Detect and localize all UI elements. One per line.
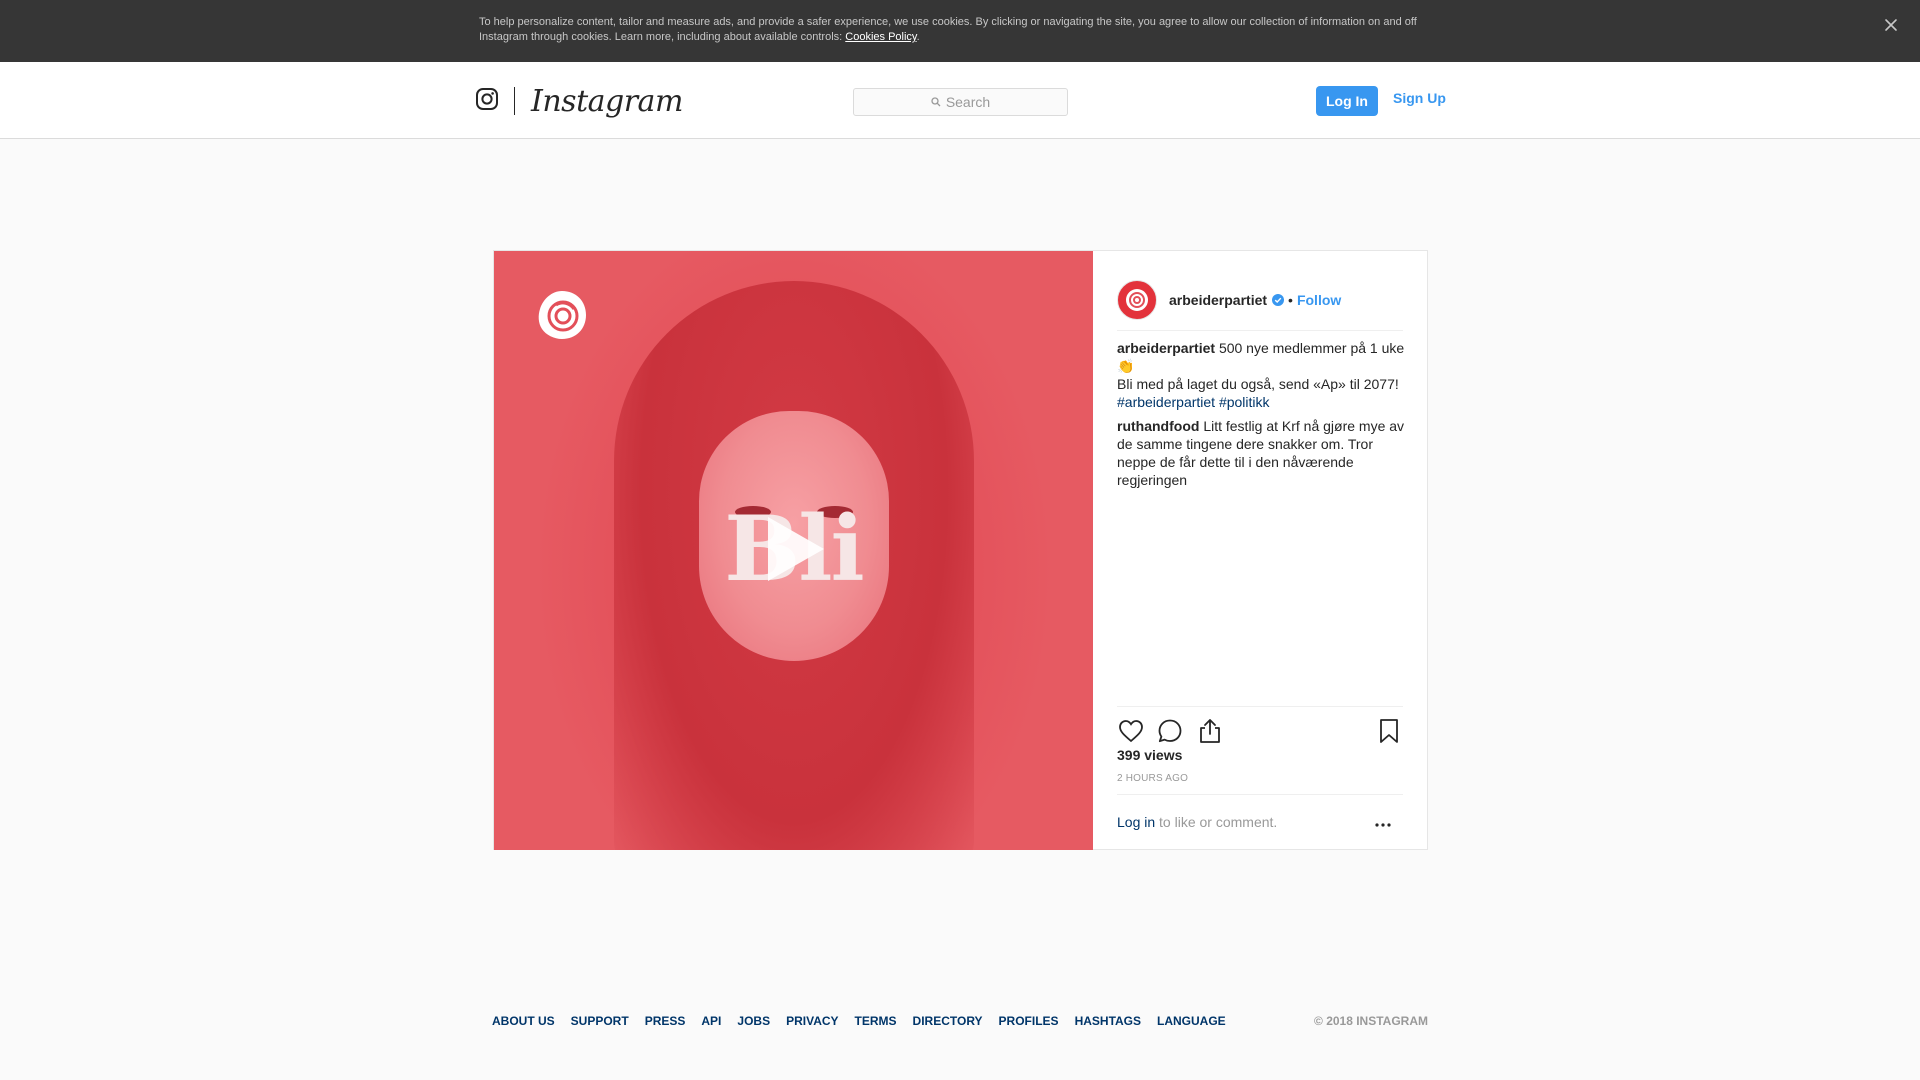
- share-icon[interactable]: [1196, 717, 1224, 745]
- search-input[interactable]: Search: [853, 88, 1068, 116]
- cookie-close-button[interactable]: [1880, 14, 1902, 36]
- post-video[interactable]: Bli: [494, 251, 1093, 850]
- bookmark-icon[interactable]: [1375, 717, 1403, 745]
- caption: arbeiderpartiet 500 nye medlemmer på 1 u…: [1117, 339, 1407, 411]
- comment-icon[interactable]: [1156, 717, 1184, 745]
- footer-link-directory[interactable]: DIRECTORY: [913, 1014, 983, 1028]
- footer-link-terms[interactable]: TERMS: [855, 1014, 897, 1028]
- login-prompt-text: Log in to like or comment.: [1117, 814, 1277, 830]
- post-sidebar: arbeiderpartiet • Follow arbeiderpartiet…: [1093, 251, 1427, 850]
- post-author-link[interactable]: arbeiderpartiet: [1169, 292, 1267, 308]
- hashtag-link[interactable]: #arbeiderpartiet: [1117, 394, 1215, 410]
- search-icon: [931, 97, 941, 107]
- caption-author-link[interactable]: arbeiderpartiet: [1117, 340, 1215, 356]
- footer-link-language[interactable]: LANGUAGE: [1157, 1014, 1226, 1028]
- play-icon[interactable]: [764, 513, 828, 585]
- post-header: arbeiderpartiet • Follow: [1117, 269, 1403, 331]
- post-actions: [1117, 706, 1403, 746]
- footer-link-profiles[interactable]: PROFILES: [999, 1014, 1059, 1028]
- footer-link-jobs[interactable]: JOBS: [737, 1014, 770, 1028]
- footer: ABOUT US SUPPORT PRESS API JOBS PRIVACY …: [492, 1014, 1428, 1030]
- copyright: © 2018 INSTAGRAM: [1314, 1014, 1428, 1028]
- search-placeholder: Search: [945, 94, 991, 110]
- login-link[interactable]: Log in: [1117, 814, 1155, 830]
- login-button[interactable]: Log In: [1316, 86, 1378, 116]
- more-options-icon[interactable]: [1373, 815, 1393, 835]
- hashtag-link[interactable]: #politikk: [1219, 394, 1270, 410]
- cookie-text-body: To help personalize content, tailor and …: [479, 16, 1417, 43]
- login-prompt: Log in to like or comment.: [1117, 794, 1403, 850]
- logo-divider: [514, 87, 515, 115]
- comment-item: ruthandfood Litt festlig at Krf nå gjøre…: [1117, 417, 1407, 489]
- cookie-text-suffix: .: [916, 31, 920, 43]
- footer-link-api[interactable]: API: [701, 1014, 721, 1028]
- signup-link[interactable]: Sign Up: [1393, 90, 1446, 106]
- rose-logo-icon: [1126, 288, 1148, 311]
- footer-links: ABOUT US SUPPORT PRESS API JOBS PRIVACY …: [492, 1014, 1428, 1028]
- heart-icon[interactable]: [1117, 717, 1145, 745]
- footer-link-press[interactable]: PRESS: [645, 1014, 686, 1028]
- post-timestamp[interactable]: 2 HOURS AGO: [1117, 773, 1188, 784]
- cookie-banner-text: To help personalize content, tailor and …: [479, 15, 1439, 45]
- login-prompt-suffix: to like or comment.: [1155, 814, 1278, 830]
- follow-button[interactable]: Follow: [1297, 292, 1341, 308]
- verified-badge-icon: [1272, 293, 1285, 306]
- instagram-wordmark[interactable]: Instagram: [531, 82, 683, 122]
- rose-logo-icon: [538, 291, 586, 339]
- close-icon: [1885, 19, 1897, 31]
- footer-link-privacy[interactable]: PRIVACY: [786, 1014, 838, 1028]
- footer-link-about-us[interactable]: ABOUT US: [492, 1014, 555, 1028]
- separator-dot: •: [1288, 291, 1293, 308]
- comments-list: arbeiderpartiet 500 nye medlemmer på 1 u…: [1117, 339, 1407, 495]
- avatar[interactable]: [1117, 279, 1157, 320]
- comment-author-link[interactable]: ruthandfood: [1117, 418, 1199, 434]
- caption-line-2: Bli med på laget du også, send «Ap» til …: [1117, 376, 1399, 392]
- view-count[interactable]: 399 views: [1117, 747, 1182, 763]
- post-card: Bli arbeiderpartiet • Follow a: [493, 250, 1428, 850]
- cookie-banner: To help personalize content, tailor and …: [0, 0, 1920, 62]
- instagram-glyph-icon[interactable]: [475, 87, 499, 111]
- cookies-policy-link[interactable]: Cookies Policy: [845, 31, 916, 43]
- top-navbar: Instagram Search Log In Sign Up: [0, 62, 1920, 139]
- footer-link-support[interactable]: SUPPORT: [571, 1014, 629, 1028]
- footer-link-hashtags[interactable]: HASHTAGS: [1075, 1014, 1141, 1028]
